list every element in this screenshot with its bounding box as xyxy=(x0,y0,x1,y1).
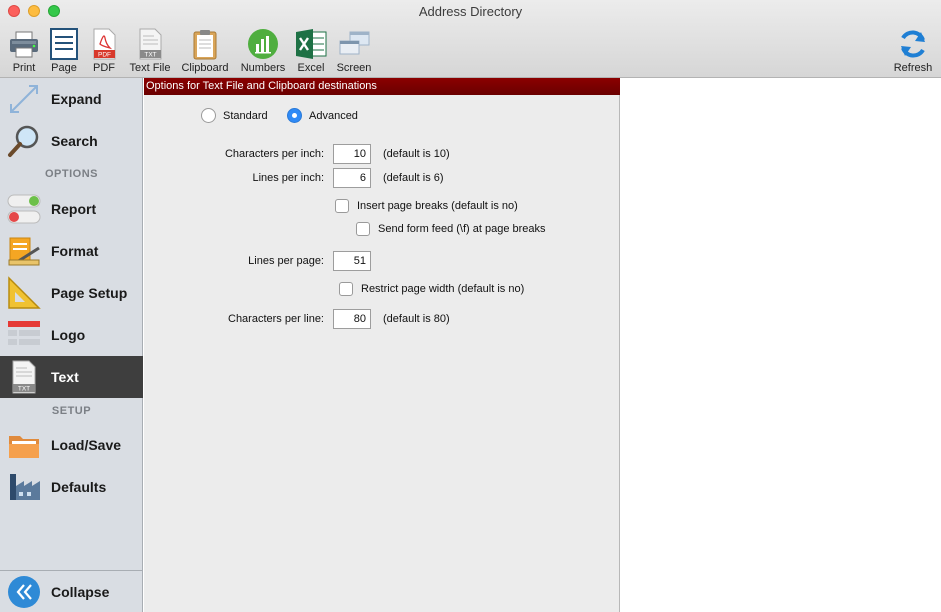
sidebar-item-search[interactable]: Search xyxy=(0,120,143,162)
clipboard-button[interactable]: Clipboard xyxy=(178,24,232,74)
svg-text:TXT: TXT xyxy=(18,386,30,393)
page-button[interactable]: Page xyxy=(48,24,80,74)
factory-icon xyxy=(10,474,40,500)
text-file-icon: TXT xyxy=(139,28,162,60)
chars-per-inch-field[interactable]: 10 xyxy=(333,144,371,164)
double-chevron-left-icon xyxy=(8,576,40,608)
refresh-icon xyxy=(901,30,925,58)
format-tools-icon xyxy=(8,237,40,266)
magnifier-icon xyxy=(8,125,39,157)
restrict-page-width-box xyxy=(339,282,353,296)
sidebar-item-load-save[interactable]: Load/Save xyxy=(0,424,143,466)
svg-text:PDF: PDF xyxy=(98,52,111,59)
sidebar: Expand Search OPTIONS Report Format Page… xyxy=(0,78,143,612)
sidebar-item-text[interactable]: TXT Text xyxy=(0,356,143,398)
send-form-feed-box xyxy=(356,222,370,236)
expand-arrows-icon xyxy=(10,85,38,113)
sidebar-item-expand[interactable]: Expand xyxy=(0,78,143,120)
sidebar-item-format[interactable]: Format xyxy=(0,230,143,272)
set-square-icon xyxy=(8,276,41,309)
lines-per-page-field[interactable]: 51 xyxy=(333,251,371,271)
window-title: Address Directory xyxy=(418,4,523,19)
folder-icon xyxy=(9,436,39,458)
sidebar-section-options: OPTIONS xyxy=(44,168,98,180)
options-panel: Options for Text File and Clipboard dest… xyxy=(144,78,620,612)
chars-per-inch-hint: (default is 10) xyxy=(383,148,450,160)
chars-per-line-label: Characters per line: xyxy=(228,313,324,325)
restrict-page-width-checkbox[interactable]: Restrict page width (default is no) xyxy=(339,282,524,296)
chars-per-line-field[interactable]: 80 xyxy=(333,309,371,329)
panel-header: Options for Text File and Clipboard dest… xyxy=(144,78,620,95)
lines-per-inch-field[interactable]: 6 xyxy=(333,168,371,188)
print-button[interactable]: Print xyxy=(6,24,42,74)
sidebar-item-logo[interactable]: Logo xyxy=(0,314,143,356)
pdf-file-icon: PDF xyxy=(93,28,116,60)
sidebar-collapse-area: Collapse xyxy=(0,570,143,612)
chars-per-inch-label: Characters per inch: xyxy=(224,148,324,160)
printer-icon xyxy=(10,31,38,58)
sidebar-section-setup: SETUP xyxy=(51,405,92,417)
standard-radio[interactable]: Standard xyxy=(201,108,268,123)
text-file-button[interactable]: TXT Text File xyxy=(126,24,174,74)
insert-page-breaks-checkbox[interactable]: Insert page breaks (default is no) xyxy=(335,199,518,213)
lines-per-inch-hint: (default is 6) xyxy=(383,172,444,184)
screen-windows-icon xyxy=(339,31,370,55)
page-icon xyxy=(50,28,78,60)
content-area xyxy=(620,78,941,612)
lines-per-inch-label: Lines per inch: xyxy=(252,172,324,184)
title-bar: Address Directory Print Page PDF PDF TXT… xyxy=(0,0,941,78)
svg-text:TXT: TXT xyxy=(144,52,156,59)
advanced-radio-indicator xyxy=(287,108,302,123)
refresh-button[interactable]: Refresh xyxy=(890,24,936,74)
advanced-radio[interactable]: Advanced xyxy=(287,108,358,123)
text-file-icon: TXT xyxy=(12,360,36,394)
excel-button[interactable]: Excel xyxy=(294,24,328,74)
sidebar-item-collapse[interactable]: Collapse xyxy=(0,571,143,612)
screen-button[interactable]: Screen xyxy=(334,24,374,74)
sidebar-item-report[interactable]: Report xyxy=(0,188,143,230)
toggle-switches-icon xyxy=(7,194,41,224)
excel-app-icon xyxy=(296,29,327,59)
clipboard-icon xyxy=(193,30,217,60)
numbers-button[interactable]: Numbers xyxy=(237,24,289,74)
sidebar-item-page-setup[interactable]: Page Setup xyxy=(0,272,143,314)
insert-page-breaks-box xyxy=(335,199,349,213)
sidebar-item-defaults[interactable]: Defaults xyxy=(0,466,143,508)
numbers-app-icon xyxy=(248,29,278,59)
chars-per-line-hint: (default is 80) xyxy=(383,313,450,325)
standard-radio-indicator xyxy=(201,108,216,123)
send-form-feed-checkbox[interactable]: Send form feed (\f) at page breaks xyxy=(356,222,546,236)
pdf-button[interactable]: PDF PDF xyxy=(88,24,120,74)
lines-per-page-label: Lines per page: xyxy=(248,255,324,267)
logo-layout-icon xyxy=(8,321,40,345)
